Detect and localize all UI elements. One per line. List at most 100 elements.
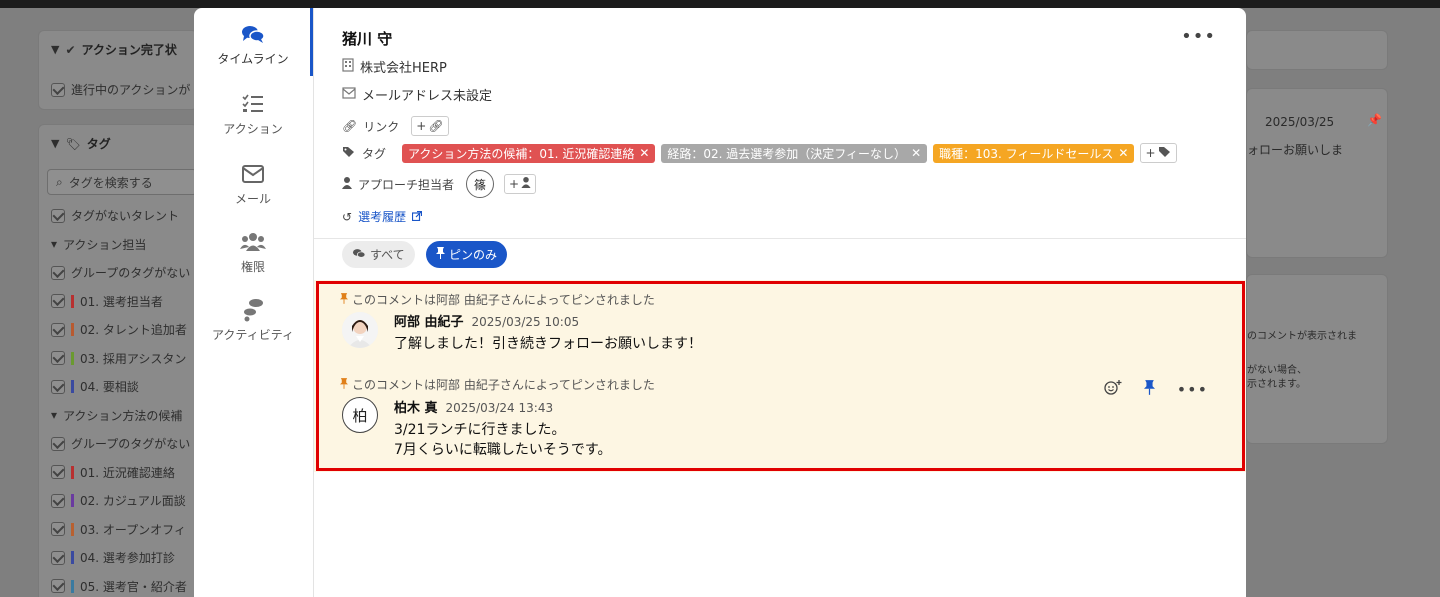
pin-icon: 📌	[1367, 113, 1382, 127]
bg-tag-label: 01. 選考担当者	[80, 294, 163, 309]
bg-tag-label: 04. 要相談	[80, 380, 139, 394]
tag-chip[interactable]: アクション方法の候補：01. 近況確認連絡 ✕	[402, 143, 656, 163]
tags-icon: 🏷	[65, 136, 81, 151]
checkbox[interactable]	[51, 436, 65, 451]
user-icon	[521, 177, 531, 191]
checkbox[interactable]	[51, 265, 65, 280]
tag-label: タグ	[362, 146, 387, 161]
company-row: 株式会社HERP	[342, 57, 447, 76]
remove-tag-icon[interactable]: ✕	[1118, 146, 1128, 160]
bg-right-card-empty: のコメントが表示されま がない場合、 示されます。	[1246, 274, 1388, 444]
bg-tag-item[interactable]: グループのタグがない	[51, 435, 190, 452]
bg-tag-label: 01. 近況確認連絡	[80, 465, 175, 480]
bg-tag-item[interactable]: 04. 要相談	[51, 378, 139, 395]
bg-tag-label: グループのタグがない	[71, 266, 191, 280]
filter-all-button[interactable]: すべて	[342, 241, 415, 268]
comment-author-row: 阿部 由紀子 2025/03/25 10:05	[394, 311, 579, 330]
more-menu-icon[interactable]: •••	[1181, 26, 1216, 47]
checkbox[interactable]	[51, 579, 65, 593]
checkbox[interactable]	[51, 522, 65, 536]
bg-tag-item[interactable]: 03. 採用アシスタン	[51, 350, 186, 367]
bg-right-card-pinned: 2025/03/25 📌 ォローお願いしま	[1246, 88, 1388, 258]
chevron-down-icon[interactable]: ▾	[51, 237, 57, 251]
checkbox[interactable]	[51, 351, 65, 365]
chevron-down-icon[interactable]: ▼	[51, 43, 59, 56]
add-link-button[interactable]: + 🔗︎	[411, 116, 449, 136]
link-icon: 🔗︎	[428, 119, 444, 133]
tag-color-bar	[71, 579, 74, 593]
tag-chip[interactable]: 経路：02. 過去選考参加（決定フィーなし） ✕	[661, 143, 928, 163]
remove-tag-icon[interactable]: ✕	[639, 146, 649, 160]
bg-filter-in-progress[interactable]: 進行中のアクションが	[51, 81, 190, 98]
checkbox[interactable]	[51, 294, 65, 308]
app-top-bar	[0, 0, 1440, 8]
add-tag-button[interactable]: +	[1140, 143, 1177, 163]
comment-author[interactable]: 柏木 真	[394, 397, 438, 416]
bg-tag-group[interactable]: ▾ アクション方法の候補	[51, 407, 182, 424]
checkbox[interactable]	[51, 493, 65, 508]
chevron-down-icon[interactable]: ▾	[51, 408, 57, 422]
comment-author-row: 柏木 真 2025/03/24 13:43	[394, 397, 553, 416]
bg-tag-item[interactable]: 02. カジュアル面談	[51, 492, 186, 509]
add-assignee-button[interactable]: +	[504, 174, 537, 194]
tag-chip[interactable]: 職種：103. フィールドセールス ✕	[933, 143, 1135, 163]
bg-tag-item[interactable]: 01. 近況確認連絡	[51, 464, 175, 481]
checkbox[interactable]	[51, 465, 65, 479]
more-menu-icon[interactable]: •••	[1177, 380, 1208, 399]
check-circle-icon: ✔	[65, 42, 76, 57]
avatar[interactable]	[342, 312, 378, 348]
email-row: メールアドレス未設定	[342, 85, 492, 104]
external-link-icon	[411, 210, 423, 224]
pin-note: このコメントは阿部 由紀子さんによってピンされました	[340, 376, 655, 393]
add-reaction-icon[interactable]	[1104, 379, 1122, 399]
nav-item-activity[interactable]: アクティビティ	[194, 298, 312, 360]
pin-icon[interactable]	[1143, 379, 1155, 399]
bg-tag-item[interactable]: 03. オープンオフィ	[51, 521, 186, 538]
bg-tag-item[interactable]: 02. タレント追加者	[51, 321, 187, 338]
bg-tag-item[interactable]: グループのタグがない	[51, 264, 190, 281]
filter-pinned-button[interactable]: ピンのみ	[426, 241, 508, 268]
footsteps-icon	[240, 298, 266, 322]
tag-color-bar	[71, 294, 74, 308]
link-label: リンク	[363, 119, 400, 134]
avatar[interactable]: 柏	[342, 397, 378, 433]
checkbox[interactable]	[51, 379, 65, 394]
comment-time: 2025/03/25 10:05	[471, 315, 580, 329]
bg-tag-label: 04. 選考参加打診	[80, 551, 175, 565]
bg-tag-group[interactable]: ▾ アクション担当	[51, 236, 146, 253]
comments-icon	[352, 248, 366, 262]
tags-icon	[342, 146, 356, 161]
checkbox[interactable]	[51, 550, 65, 565]
selection-history-link[interactable]: ↺ 選考履歴	[342, 208, 423, 225]
nav-item-timeline[interactable]: タイムライン	[194, 22, 312, 84]
bg-tag-label: タグがないタレント	[71, 209, 180, 223]
tag-color-bar	[71, 380, 74, 393]
comment-body: 了解しました！引き続きフォローお願いします！	[394, 336, 702, 352]
nav-item-mail[interactable]: メール	[194, 162, 312, 224]
nav-item-permission[interactable]: 権限	[194, 230, 312, 292]
bg-tag-item[interactable]: 01. 選考担当者	[51, 293, 163, 310]
comment-time: 2025/03/24 13:43	[445, 401, 554, 415]
remove-tag-icon[interactable]: ✕	[911, 146, 921, 160]
chevron-down-icon[interactable]: ▼	[51, 137, 59, 150]
tag-color-bar	[71, 551, 74, 564]
bg-tag-item[interactable]: タグがないタレント	[51, 207, 179, 224]
bg-tag-label: 03. 採用アシスタン	[80, 351, 187, 366]
assignee-avatar[interactable]: 篠	[466, 170, 495, 198]
checkbox[interactable]	[51, 208, 65, 223]
building-icon	[342, 57, 354, 76]
assignee-label: アプローチ担当者	[358, 177, 455, 192]
checkbox[interactable]	[51, 322, 65, 337]
bg-tag-item[interactable]: 05. 選考官・紹介者	[51, 578, 187, 595]
pin-icon	[340, 377, 348, 392]
header-divider	[314, 238, 1246, 239]
bg-tag-label: 05. 選考官・紹介者	[80, 579, 187, 594]
nav-item-action[interactable]: アクション	[194, 92, 312, 154]
bg-tag-search-input[interactable]: ⌕ タグを検索する	[47, 169, 197, 195]
bg-tag-item[interactable]: 04. 選考参加打診	[51, 549, 175, 566]
assignee-row: アプローチ担当者 篠 +	[342, 170, 537, 198]
tag-color-bar	[71, 351, 74, 365]
comment-author[interactable]: 阿部 由紀子	[394, 311, 464, 330]
bg-tag-label: 02. タレント追加者	[80, 323, 187, 337]
checkbox[interactable]	[51, 82, 65, 97]
